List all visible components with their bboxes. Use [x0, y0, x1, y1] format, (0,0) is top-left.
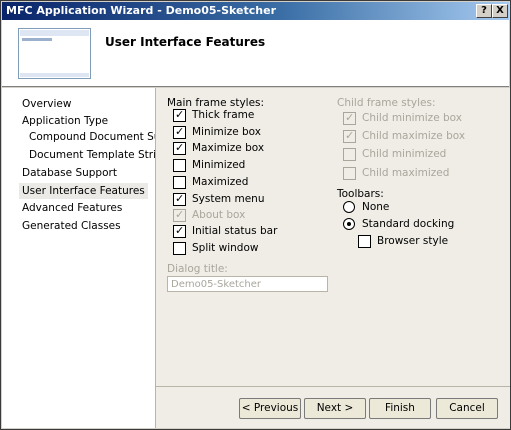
nav-item-generated-classes[interactable]: Generated Classes	[19, 218, 124, 234]
page-title: User Interface Features	[105, 35, 266, 49]
dialog-title-label: Dialog title:	[167, 263, 228, 275]
dialog-title-input	[167, 276, 328, 292]
nav-item-application-type[interactable]: Application Type	[19, 113, 111, 129]
nav-item-overview[interactable]: Overview	[19, 96, 74, 112]
child-frame-styles-label: Child frame styles:	[337, 97, 436, 109]
toolbars-label: Toolbars:	[337, 188, 384, 200]
wizard-nav: Overview Application Type Compound Docum…	[2, 88, 189, 428]
cancel-button[interactable]: Cancel	[436, 398, 498, 419]
next-button[interactable]: Next >	[304, 398, 366, 419]
window-preview-icon	[18, 28, 91, 79]
title-bar: MFC Application Wizard - Demo05-Sketcher…	[2, 2, 509, 20]
nav-item-database-support[interactable]: Database Support	[19, 165, 120, 181]
nav-item-advanced-features[interactable]: Advanced Features	[19, 200, 125, 216]
nav-item-user-interface-features[interactable]: User Interface Features	[19, 183, 148, 199]
finish-button[interactable]: Finish	[369, 398, 431, 419]
wizard-header: User Interface Features	[2, 20, 509, 87]
close-button[interactable]: X	[492, 4, 508, 18]
previous-button[interactable]: < Previous	[239, 398, 301, 419]
help-button[interactable]: ?	[476, 4, 492, 18]
button-separator	[156, 386, 510, 387]
window-title: MFC Application Wizard - Demo05-Sketcher	[6, 4, 276, 17]
wizard-window: MFC Application Wizard - Demo05-Sketcher…	[0, 0, 511, 430]
options-panel: Main frame styles: Thick frame Minimize …	[155, 88, 510, 428]
